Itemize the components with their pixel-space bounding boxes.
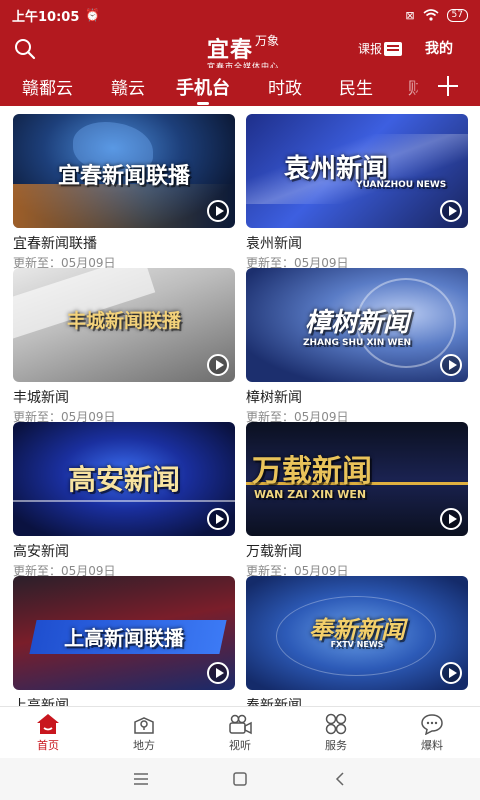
nav-tipoff[interactable]: 爆料: [397, 713, 467, 753]
play-icon[interactable]: [207, 354, 229, 376]
thumbnail-title: 丰城新闻联播: [66, 310, 181, 332]
sim-icon: ⊠: [405, 8, 415, 22]
nav-home-label: 首页: [37, 739, 59, 752]
location-icon: [134, 717, 154, 734]
logo-wanxiang-text: 万象: [255, 34, 280, 48]
program-name: 袁州新闻: [246, 236, 302, 252]
program-thumbnail[interactable]: 高安新闻: [13, 422, 235, 536]
program-name: 高安新闻: [13, 544, 69, 560]
status-time: 上午10:05: [12, 9, 80, 25]
program-grid: 宜春新闻联播 宜春新闻联播 更新至：05月09日 袁州新闻 YUANZHOU N…: [0, 106, 480, 706]
play-icon[interactable]: [440, 508, 462, 530]
tab-ganpoyun[interactable]: 赣鄱云: [22, 74, 73, 99]
thumbnail-subtitle: WAN ZAI XIN WEN: [254, 488, 367, 501]
nav-services[interactable]: 服务: [301, 713, 371, 753]
video-camera-icon: [229, 714, 252, 735]
nav-local-label: 地方: [133, 739, 155, 752]
program-thumbnail[interactable]: 樟树新闻 ZHANG SHU XIN WEN: [246, 268, 468, 382]
nav-home[interactable]: 首页: [13, 713, 83, 753]
nav-services-label: 服务: [325, 739, 347, 752]
search-icon[interactable]: [14, 38, 36, 60]
chat-icon: [421, 714, 443, 735]
thumbnail-title: 宜春新闻联播: [57, 163, 190, 189]
play-icon[interactable]: [440, 200, 462, 222]
services-icon: [325, 713, 347, 735]
program-card[interactable]: 高安新闻 高安新闻 更新至：05月09日: [13, 422, 235, 579]
nav-video[interactable]: 视听: [205, 713, 275, 753]
tab-minsheng[interactable]: 民生: [339, 74, 373, 99]
tab-shizheng[interactable]: 时政: [268, 74, 302, 99]
nav-video-label: 视听: [229, 739, 251, 752]
program-thumbnail[interactable]: 丰城新闻联播: [13, 268, 235, 382]
bottom-nav: 首页 地方 视听 服务 爆料: [0, 706, 480, 758]
program-thumbnail[interactable]: 上高新闻联播: [13, 576, 235, 690]
program-thumbnail[interactable]: 宜春新闻联播: [13, 114, 235, 228]
thumbnail-subtitle: ZHANG SHU XIN WEN: [302, 338, 412, 348]
program-card[interactable]: 奉新新闻 FXTV NEWS 奉新新闻: [246, 576, 468, 706]
status-bar: 上午10:05 ⏰ ⊠ 57: [0, 0, 480, 30]
program-thumbnail[interactable]: 袁州新闻 YUANZHOU NEWS: [246, 114, 468, 228]
wifi-icon: [423, 9, 439, 21]
tabs-fade: [400, 68, 428, 106]
program-thumbnail[interactable]: 奉新新闻 FXTV NEWS: [246, 576, 468, 690]
thumbnail-title: 樟树新闻: [304, 308, 409, 338]
thumbnail-title: 万载新闻: [252, 454, 372, 489]
kebao-label: 课报: [358, 42, 383, 56]
tab-ganyun[interactable]: 赣云: [111, 74, 145, 99]
play-icon[interactable]: [207, 662, 229, 684]
add-channel-icon[interactable]: [436, 74, 460, 98]
back-icon[interactable]: [330, 769, 350, 789]
program-card[interactable]: 樟树新闻 ZHANG SHU XIN WEN 樟树新闻 更新至：05月09日: [246, 268, 468, 425]
program-name: 宜春新闻联播: [13, 236, 97, 252]
home-icon: [37, 714, 59, 734]
system-nav-bar: [0, 758, 480, 800]
program-name: 丰城新闻: [13, 390, 69, 406]
program-card[interactable]: 万载新闻 WAN ZAI XIN WEN 万载新闻 更新至：05月09日: [246, 422, 468, 579]
nav-local[interactable]: 地方: [109, 713, 179, 753]
play-icon[interactable]: [440, 354, 462, 376]
thumbnail-subtitle: FXTV NEWS: [330, 640, 384, 649]
nav-tipoff-label: 爆料: [421, 739, 443, 752]
program-name: 奉新新闻: [246, 698, 302, 706]
alarm-icon: ⏰: [85, 8, 101, 22]
thumbnail-title: 高安新闻: [67, 463, 180, 496]
program-card[interactable]: 袁州新闻 YUANZHOU NEWS 袁州新闻 更新至：05月09日: [246, 114, 468, 271]
play-icon[interactable]: [207, 200, 229, 222]
program-name: 万载新闻: [246, 544, 302, 560]
program-name: 上高新闻: [13, 698, 69, 706]
play-icon[interactable]: [207, 508, 229, 530]
program-name: 樟树新闻: [246, 390, 302, 406]
newspaper-icon: [384, 41, 403, 56]
program-card[interactable]: 宜春新闻联播 宜春新闻联播 更新至：05月09日: [13, 114, 235, 271]
menu-icon[interactable]: [131, 769, 151, 789]
program-card[interactable]: 上高新闻联播 上高新闻: [13, 576, 235, 706]
tab-shoujitai[interactable]: 手机台: [176, 74, 230, 105]
thumbnail-subtitle: YUANZHOU NEWS: [356, 180, 447, 190]
home-square-icon[interactable]: [230, 769, 250, 789]
logo-main-text: 宜春: [206, 37, 253, 63]
battery-indicator: 57: [446, 8, 468, 22]
kebao-button[interactable]: 课报: [358, 40, 403, 57]
channel-tabs: 赣鄱云 赣云 手机台 时政 民生 财: [0, 68, 480, 106]
program-card[interactable]: 丰城新闻联播 丰城新闻 更新至：05月09日: [13, 268, 235, 425]
app-logo: 宜春 万象 宜春市全媒体中心: [193, 32, 293, 71]
thumbnail-title: 上高新闻联播: [64, 626, 184, 650]
mine-button[interactable]: 我的: [425, 38, 453, 58]
program-thumbnail[interactable]: 万载新闻 WAN ZAI XIN WEN: [246, 422, 468, 536]
app-header: 宜春 万象 宜春市全媒体中心 课报 我的: [0, 30, 480, 71]
play-icon[interactable]: [440, 662, 462, 684]
